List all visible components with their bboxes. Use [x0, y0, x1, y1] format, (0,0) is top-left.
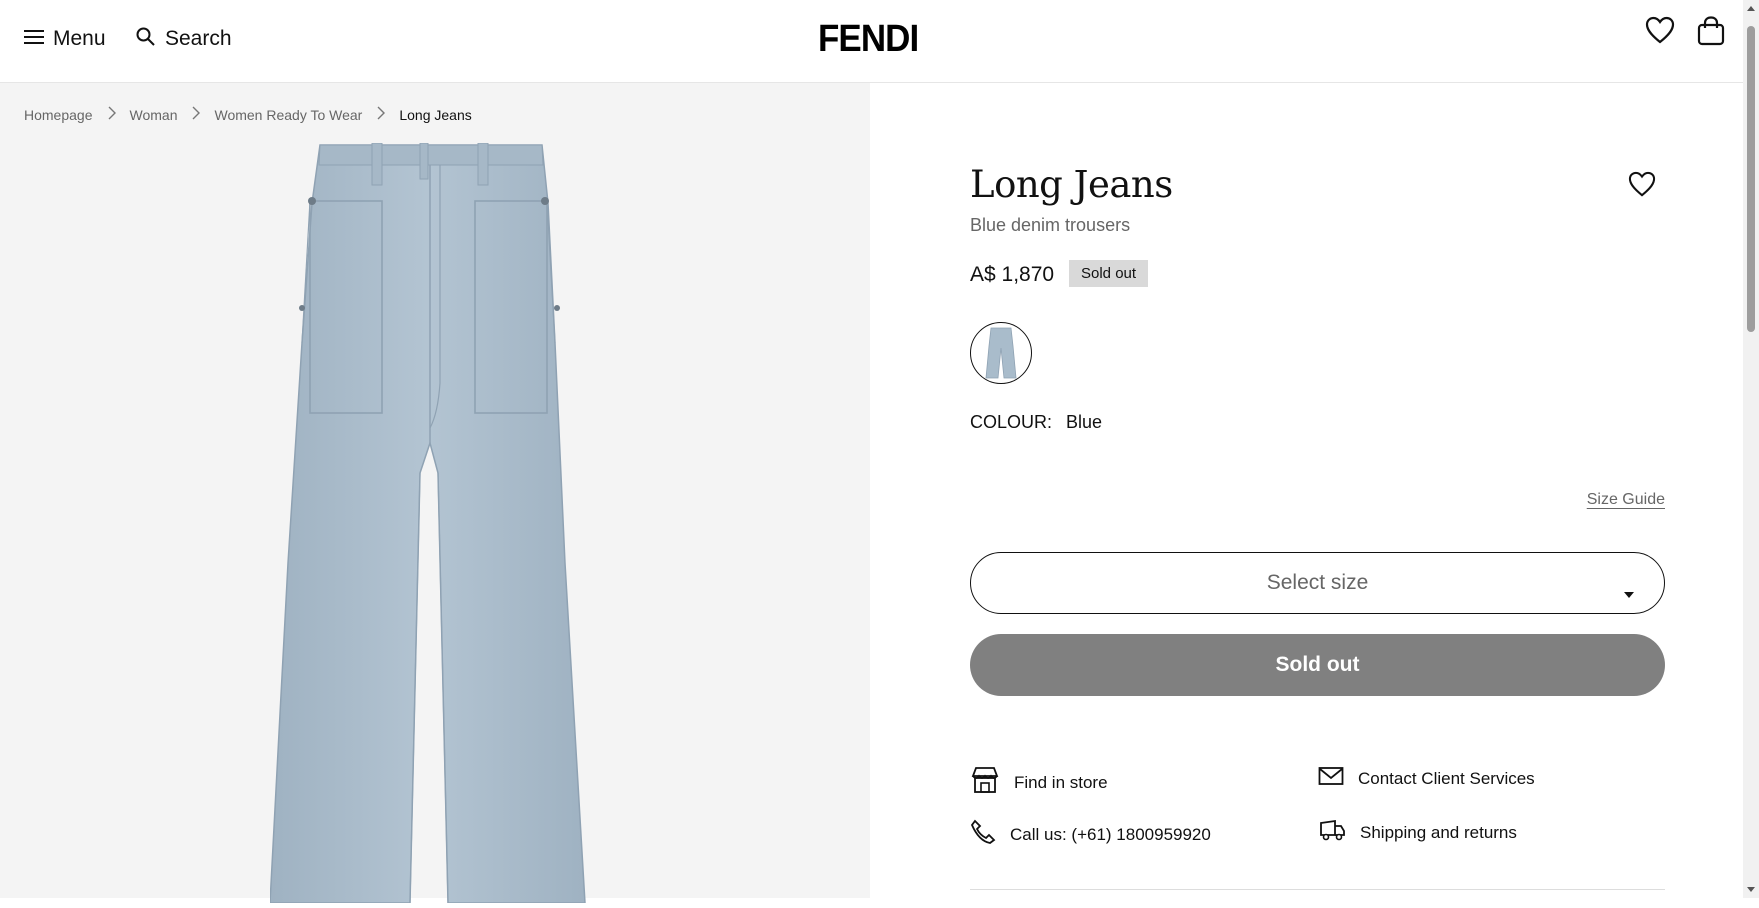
size-select-placeholder: Select size — [1266, 571, 1369, 594]
colour-row: COLOUR: Blue — [970, 412, 1102, 433]
scroll-up-arrow[interactable] — [1747, 6, 1755, 11]
breadcrumb-link-homepage[interactable]: Homepage — [24, 107, 93, 123]
chevron-right-icon — [377, 106, 386, 123]
menu-button[interactable]: Menu — [24, 27, 106, 51]
search-icon — [136, 27, 155, 51]
mail-icon — [1318, 766, 1344, 791]
find-in-store-link[interactable]: Find in store — [970, 766, 1108, 799]
truck-icon — [1318, 819, 1346, 846]
colour-label: COLOUR: — [970, 412, 1053, 432]
colour-swatch[interactable] — [970, 322, 1032, 384]
brand-logo[interactable]: FENDI — [818, 18, 919, 61]
shopping-bag-icon[interactable] — [1697, 16, 1725, 51]
product-gallery: Homepage Woman Women Ready To Wear Long … — [0, 83, 870, 904]
scroll-down-arrow[interactable] — [1747, 887, 1755, 892]
chevron-right-icon — [108, 106, 116, 123]
contact-client-services-label: Contact Client Services — [1358, 768, 1535, 788]
shipping-returns-link[interactable]: Shipping and returns — [1318, 819, 1517, 846]
caret-down-icon — [1624, 580, 1634, 604]
site-header: Menu Search FENDI — [0, 0, 1743, 83]
find-in-store-label: Find in store — [1014, 772, 1108, 792]
menu-label: Menu — [53, 27, 106, 50]
breadcrumb-current: Long Jeans — [399, 106, 472, 123]
divider — [970, 889, 1665, 890]
breadcrumb: Homepage Woman Women Ready To Wear Long … — [24, 106, 472, 123]
colour-value: Blue — [1066, 412, 1103, 432]
chevron-right-icon — [192, 106, 201, 123]
product-price: A$ 1,870 — [970, 263, 1055, 286]
status-badge: Sold out — [1069, 260, 1149, 287]
breadcrumb-link-women-rtw[interactable]: Women Ready To Wear — [214, 107, 362, 123]
call-us-label: Call us: (+61) 1800959920 — [1010, 824, 1211, 844]
breadcrumb-link-woman[interactable]: Woman — [130, 107, 178, 123]
size-guide-link[interactable]: Size Guide — [1587, 491, 1665, 509]
heart-icon[interactable] — [1645, 16, 1675, 51]
product-subtitle: Blue denim trousers — [970, 215, 1131, 235]
sold-out-button[interactable]: Sold out — [970, 634, 1665, 696]
hamburger-icon — [24, 29, 44, 50]
phone-icon — [970, 819, 996, 850]
scrollbar-thumb[interactable] — [1747, 26, 1755, 332]
product-image[interactable] — [269, 142, 610, 908]
page-scrollbar[interactable] — [1743, 0, 1759, 898]
contact-client-services-link[interactable]: Contact Client Services — [1318, 766, 1535, 791]
search-button[interactable]: Search — [136, 27, 232, 51]
wishlist-heart-icon[interactable] — [1628, 171, 1656, 202]
call-us-link[interactable]: Call us: (+61) 1800959920 — [970, 819, 1211, 850]
store-icon — [970, 766, 1000, 799]
size-select[interactable]: Select size — [970, 552, 1665, 614]
search-label: Search — [165, 27, 232, 50]
product-title: Long Jeans — [970, 163, 1173, 206]
shipping-returns-label: Shipping and returns — [1360, 822, 1517, 842]
